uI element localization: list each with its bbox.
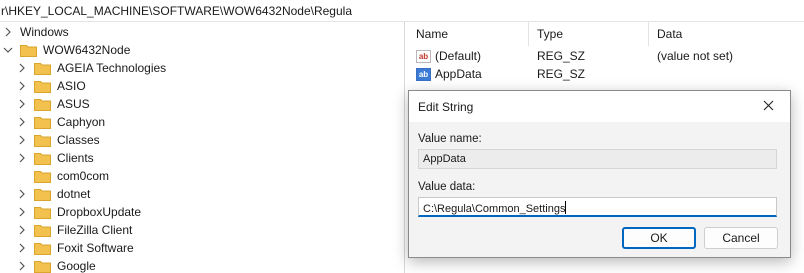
column-header-label: Type bbox=[537, 27, 564, 41]
chevron-down-icon[interactable] bbox=[3, 45, 13, 55]
tree-item-caphyon[interactable]: Caphyon bbox=[17, 113, 105, 131]
tree-item-clients[interactable]: Clients bbox=[17, 149, 94, 167]
folder-icon bbox=[34, 260, 51, 273]
column-header-label: Name bbox=[416, 27, 449, 41]
chevron-right-icon[interactable] bbox=[17, 225, 27, 235]
tree-item-label: Windows bbox=[20, 25, 69, 39]
tree-item-label: com0com bbox=[57, 169, 110, 183]
address-path: r\HKEY_LOCAL_MACHINE\SOFTWARE\WOW6432Nod… bbox=[1, 3, 352, 18]
tree-item-label: Clients bbox=[57, 151, 94, 165]
close-icon bbox=[763, 100, 774, 114]
key-tree[interactable]: Windows WOW6432Node AGEIA Technologies A… bbox=[0, 22, 401, 273]
column-header-label: Data bbox=[657, 27, 683, 41]
chevron-right-icon[interactable] bbox=[17, 207, 27, 217]
value-data-input[interactable]: C:\Regula\Common_Settings bbox=[418, 197, 777, 217]
tree-item-windows[interactable]: Windows bbox=[3, 23, 69, 41]
tree-item-asus[interactable]: ASUS bbox=[17, 95, 90, 113]
chevron-right-icon[interactable] bbox=[17, 117, 27, 127]
tree-item-foxit-software[interactable]: Foxit Software bbox=[17, 239, 134, 257]
tree-item-dotnet[interactable]: dotnet bbox=[17, 185, 90, 203]
folder-icon bbox=[34, 224, 51, 237]
tree-item-label: ASUS bbox=[57, 97, 90, 111]
folder-icon bbox=[34, 62, 51, 75]
chevron-right-icon[interactable] bbox=[3, 27, 13, 37]
chevron-right-icon[interactable] bbox=[17, 243, 27, 253]
table-row[interactable]: ab (Default) REG_SZ (value not set) bbox=[416, 47, 796, 65]
tree-item-label: Foxit Software bbox=[57, 241, 134, 255]
tree-item-label: Google bbox=[57, 259, 96, 273]
folder-icon bbox=[34, 134, 51, 147]
value-name-field: AppData bbox=[418, 149, 777, 169]
tree-item-label: DropboxUpdate bbox=[57, 205, 142, 219]
folder-icon bbox=[34, 98, 51, 111]
splitter-line bbox=[404, 22, 405, 273]
value-name: AppData bbox=[435, 67, 482, 81]
chevron-right-icon[interactable] bbox=[17, 135, 27, 145]
folder-icon bbox=[20, 44, 37, 57]
tree-item-wow6432node[interactable]: WOW6432Node bbox=[3, 41, 130, 59]
tree-item-label: WOW6432Node bbox=[43, 43, 131, 57]
value-type: REG_SZ bbox=[537, 49, 586, 63]
chevron-right-icon[interactable] bbox=[17, 99, 27, 109]
tree-item-classes[interactable]: Classes bbox=[17, 131, 100, 149]
folder-icon bbox=[34, 152, 51, 165]
tree-item-ageia-technologies[interactable]: AGEIA Technologies bbox=[17, 59, 166, 77]
chevron-right-icon[interactable] bbox=[17, 63, 27, 73]
value-data-label: Value data: bbox=[418, 181, 476, 193]
tree-item-com0com[interactable]: com0com bbox=[34, 167, 109, 185]
chevron-right-icon[interactable] bbox=[17, 153, 27, 163]
folder-icon bbox=[34, 188, 51, 201]
close-button[interactable] bbox=[746, 91, 790, 122]
tree-item-label: Caphyon bbox=[57, 115, 106, 129]
table-row[interactable]: ab AppData REG_SZ bbox=[416, 65, 796, 83]
folder-icon bbox=[34, 242, 51, 255]
text-caret bbox=[565, 201, 567, 214]
folder-icon bbox=[34, 170, 51, 183]
column-header-type[interactable]: Type bbox=[529, 22, 648, 46]
tree-item-asio[interactable]: ASIO bbox=[17, 77, 86, 95]
string-value-selected-icon: ab bbox=[416, 67, 431, 81]
folder-icon bbox=[34, 206, 51, 219]
folder-icon bbox=[34, 116, 51, 129]
value-name-text: AppData bbox=[423, 153, 466, 165]
string-value-icon: ab bbox=[416, 49, 431, 63]
tree-item-label: Classes bbox=[57, 133, 100, 147]
pane-splitter[interactable] bbox=[401, 22, 408, 273]
tree-item-label: FileZilla Client bbox=[57, 223, 133, 237]
dialog-titlebar[interactable]: Edit String bbox=[409, 91, 790, 122]
value-name-label: Value name: bbox=[418, 133, 482, 145]
tree-item-label: AGEIA Technologies bbox=[57, 61, 167, 75]
edit-string-dialog[interactable]: Edit String Value name: AppData Value da… bbox=[408, 90, 791, 258]
tree-item-filezilla-client[interactable]: FileZilla Client bbox=[17, 221, 132, 239]
tree-item-label: ASIO bbox=[57, 79, 86, 93]
column-header-name[interactable]: Name bbox=[408, 22, 528, 46]
ok-button[interactable]: OK bbox=[622, 227, 696, 249]
value-data-text: C:\Regula\Common_Settings bbox=[423, 203, 566, 215]
address-bar[interactable]: r\HKEY_LOCAL_MACHINE\SOFTWARE\WOW6432Nod… bbox=[0, 0, 804, 22]
chevron-right-icon[interactable] bbox=[17, 81, 27, 91]
value-name: (Default) bbox=[435, 49, 482, 63]
cancel-button-label: Cancel bbox=[722, 231, 760, 245]
cancel-button[interactable]: Cancel bbox=[704, 227, 778, 249]
tree-item-label: dotnet bbox=[57, 187, 91, 201]
ok-button-label: OK bbox=[650, 231, 668, 245]
folder-icon bbox=[34, 80, 51, 93]
column-header-data[interactable]: Data bbox=[649, 22, 804, 46]
tree-item-dropboxupdate[interactable]: DropboxUpdate bbox=[17, 203, 141, 221]
value-type: REG_SZ bbox=[537, 67, 586, 81]
chevron-right-icon[interactable] bbox=[17, 189, 27, 199]
tree-item-google[interactable]: Google bbox=[17, 257, 96, 273]
chevron-right-icon[interactable] bbox=[17, 261, 27, 271]
value-data: (value not set) bbox=[657, 49, 734, 63]
dialog-title: Edit String bbox=[418, 100, 474, 114]
